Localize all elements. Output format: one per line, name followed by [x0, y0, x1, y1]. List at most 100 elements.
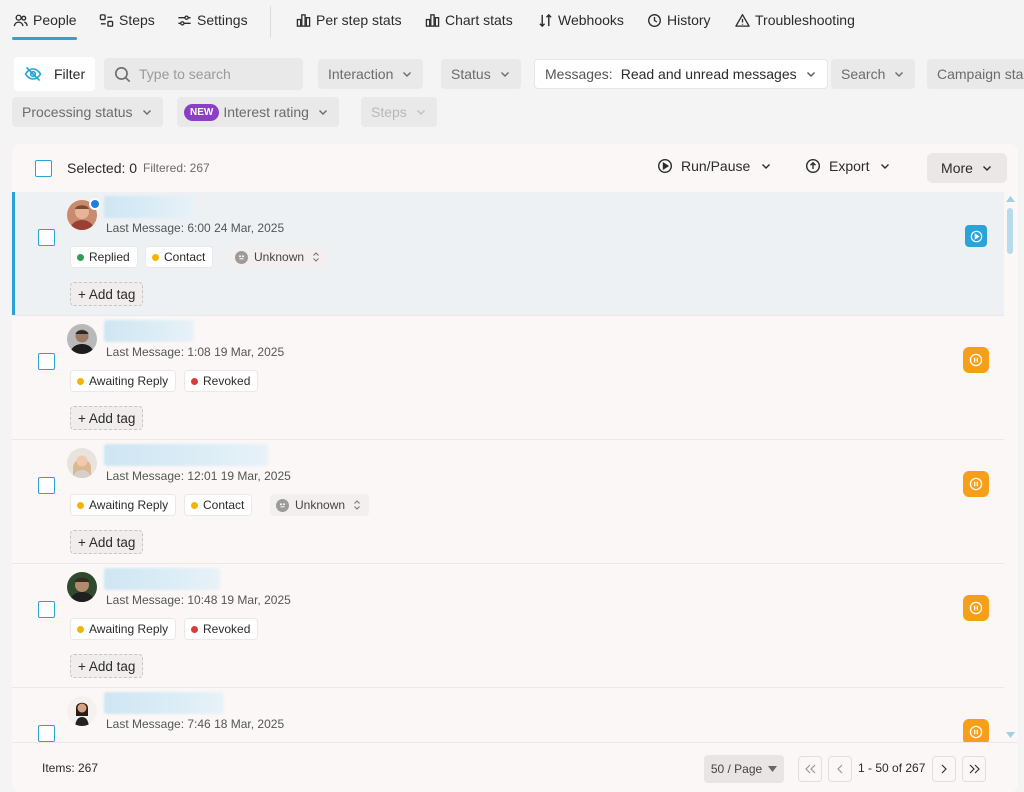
chevron-down-icon: [879, 160, 891, 172]
row-checkbox[interactable]: [38, 477, 55, 494]
processing-status-dropdown[interactable]: Processing status: [12, 97, 163, 127]
neutral-face-icon: [235, 250, 248, 264]
last-page-button[interactable]: [962, 756, 986, 782]
add-tag-button[interactable]: + Add tag: [70, 654, 144, 678]
add-tag-button[interactable]: + Add tag: [70, 406, 144, 430]
status-dot: [191, 377, 198, 385]
messages-label: Messages:: [545, 66, 613, 82]
person-row[interactable]: Last Message: 12:01 19 Mar, 2025 Awaitin…: [12, 440, 1004, 564]
search-input[interactable]: [139, 66, 289, 82]
chevron-down-icon: [893, 68, 905, 80]
tag-revoked: Revoked: [184, 618, 259, 640]
export-button[interactable]: Export: [805, 158, 891, 174]
person-row[interactable]: Last Message: 7:46 18 Mar, 2025: [12, 688, 1004, 742]
steps-label: Steps: [371, 104, 407, 120]
pause-circle-icon: [969, 477, 983, 491]
new-badge: NEW: [184, 103, 220, 121]
users-icon: [12, 12, 28, 28]
chevron-down-icon: [981, 162, 993, 174]
pause-button[interactable]: [963, 719, 989, 742]
status-dot: [77, 625, 84, 633]
page-size-select[interactable]: 50 / Page: [704, 755, 784, 783]
status-dot: [152, 253, 159, 261]
interaction-label: Interaction: [328, 66, 394, 82]
scroll-up-icon[interactable]: [1005, 196, 1015, 204]
more-button[interactable]: More: [927, 153, 1007, 183]
scroll-thumb[interactable]: [1007, 208, 1013, 254]
people-rows: Last Message: 6:00 24 Mar, 2025 Replied …: [12, 192, 1004, 742]
chevron-right-icon: [941, 764, 947, 774]
steps-icon: [98, 12, 114, 28]
messages-dropdown[interactable]: Messages: Read and unread messages: [534, 59, 828, 89]
next-page-button[interactable]: [932, 756, 956, 782]
add-tag-button[interactable]: + Add tag: [70, 530, 144, 554]
row-checkbox[interactable]: [38, 725, 55, 742]
tag-replied: Replied: [70, 246, 138, 268]
campaign-status-dropdown[interactable]: Campaign sta: [927, 59, 1024, 89]
tab-label: Chart stats: [445, 12, 513, 28]
tab-chart-stats[interactable]: Chart stats: [424, 0, 513, 40]
avatar: [67, 572, 97, 602]
pause-button[interactable]: [963, 595, 989, 621]
redacted-name: [104, 692, 224, 714]
tag-awaiting-reply: Awaiting Reply: [70, 494, 177, 516]
add-tag-button[interactable]: + Add tag: [70, 282, 144, 306]
eye-off-icon: [24, 66, 42, 82]
first-page-button[interactable]: [798, 756, 822, 782]
tab-steps[interactable]: Steps: [98, 0, 155, 40]
filter-toggle-button[interactable]: Filter: [14, 57, 95, 91]
tag-awaiting-reply: Awaiting Reply: [70, 370, 177, 392]
tab-label: Webhooks: [558, 12, 624, 28]
redacted-name: [104, 444, 268, 466]
tag-contact: Contact: [184, 494, 253, 516]
redacted-name: [104, 568, 220, 590]
status-dropdown[interactable]: Status: [441, 59, 521, 89]
row-checkbox[interactable]: [38, 601, 55, 618]
tab-troubleshooting[interactable]: Troubleshooting: [734, 0, 855, 40]
tab-label: Per step stats: [316, 12, 402, 28]
person-row[interactable]: Last Message: 1:08 19 Mar, 2025 Awaiting…: [12, 316, 1004, 440]
search-dropdown[interactable]: Search: [831, 59, 916, 89]
person-row[interactable]: Last Message: 10:48 19 Mar, 2025 Awaitin…: [12, 564, 1004, 688]
redacted-name: [104, 196, 194, 218]
tab-people[interactable]: People: [12, 0, 77, 40]
interest-rating-select[interactable]: Unknown: [270, 494, 370, 516]
nav-divider: [270, 6, 271, 38]
tab-history[interactable]: History: [646, 0, 711, 40]
bar-chart-icon: [424, 12, 440, 28]
row-checkbox[interactable]: [38, 353, 55, 370]
interest-rating-dropdown[interactable]: NEW Interest rating: [177, 97, 339, 127]
search-dropdown-label: Search: [841, 66, 886, 82]
pause-button[interactable]: [963, 471, 989, 497]
run-button[interactable]: [965, 225, 987, 247]
chevron-down-icon: [415, 106, 427, 118]
last-message: Last Message: 12:01 19 Mar, 2025: [106, 469, 291, 483]
row-checkbox[interactable]: [38, 229, 55, 246]
person-row[interactable]: Last Message: 6:00 24 Mar, 2025 Replied …: [12, 192, 1004, 316]
sliders-icon: [176, 12, 192, 28]
double-chevron-left-icon: [804, 764, 816, 774]
chevron-down-icon: [401, 68, 413, 80]
last-message: Last Message: 1:08 19 Mar, 2025: [106, 345, 285, 359]
run-pause-button[interactable]: Run/Pause: [657, 158, 772, 174]
steps-dropdown[interactable]: Steps: [361, 97, 437, 127]
tab-settings[interactable]: Settings: [176, 0, 248, 40]
pause-button[interactable]: [963, 347, 989, 373]
tab-webhooks[interactable]: Webhooks: [537, 0, 624, 40]
prev-page-button[interactable]: [828, 756, 852, 782]
tab-per-step-stats[interactable]: Per step stats: [295, 0, 402, 40]
tab-label: Settings: [197, 12, 248, 28]
status-dot: [77, 501, 84, 509]
interest-rating-select[interactable]: Unknown: [229, 246, 329, 268]
more-label: More: [941, 160, 973, 176]
list-scrollbar[interactable]: [1004, 192, 1018, 742]
select-all-checkbox[interactable]: [35, 160, 52, 177]
scroll-down-icon[interactable]: [1005, 732, 1015, 740]
status-dot: [191, 625, 198, 633]
last-message: Last Message: 10:48 19 Mar, 2025: [106, 593, 291, 607]
selected-count: Selected: 0: [67, 160, 138, 176]
avatar: [67, 448, 97, 478]
search-box[interactable]: [104, 58, 303, 90]
chevron-left-icon: [837, 764, 843, 774]
interaction-dropdown[interactable]: Interaction: [318, 59, 424, 89]
